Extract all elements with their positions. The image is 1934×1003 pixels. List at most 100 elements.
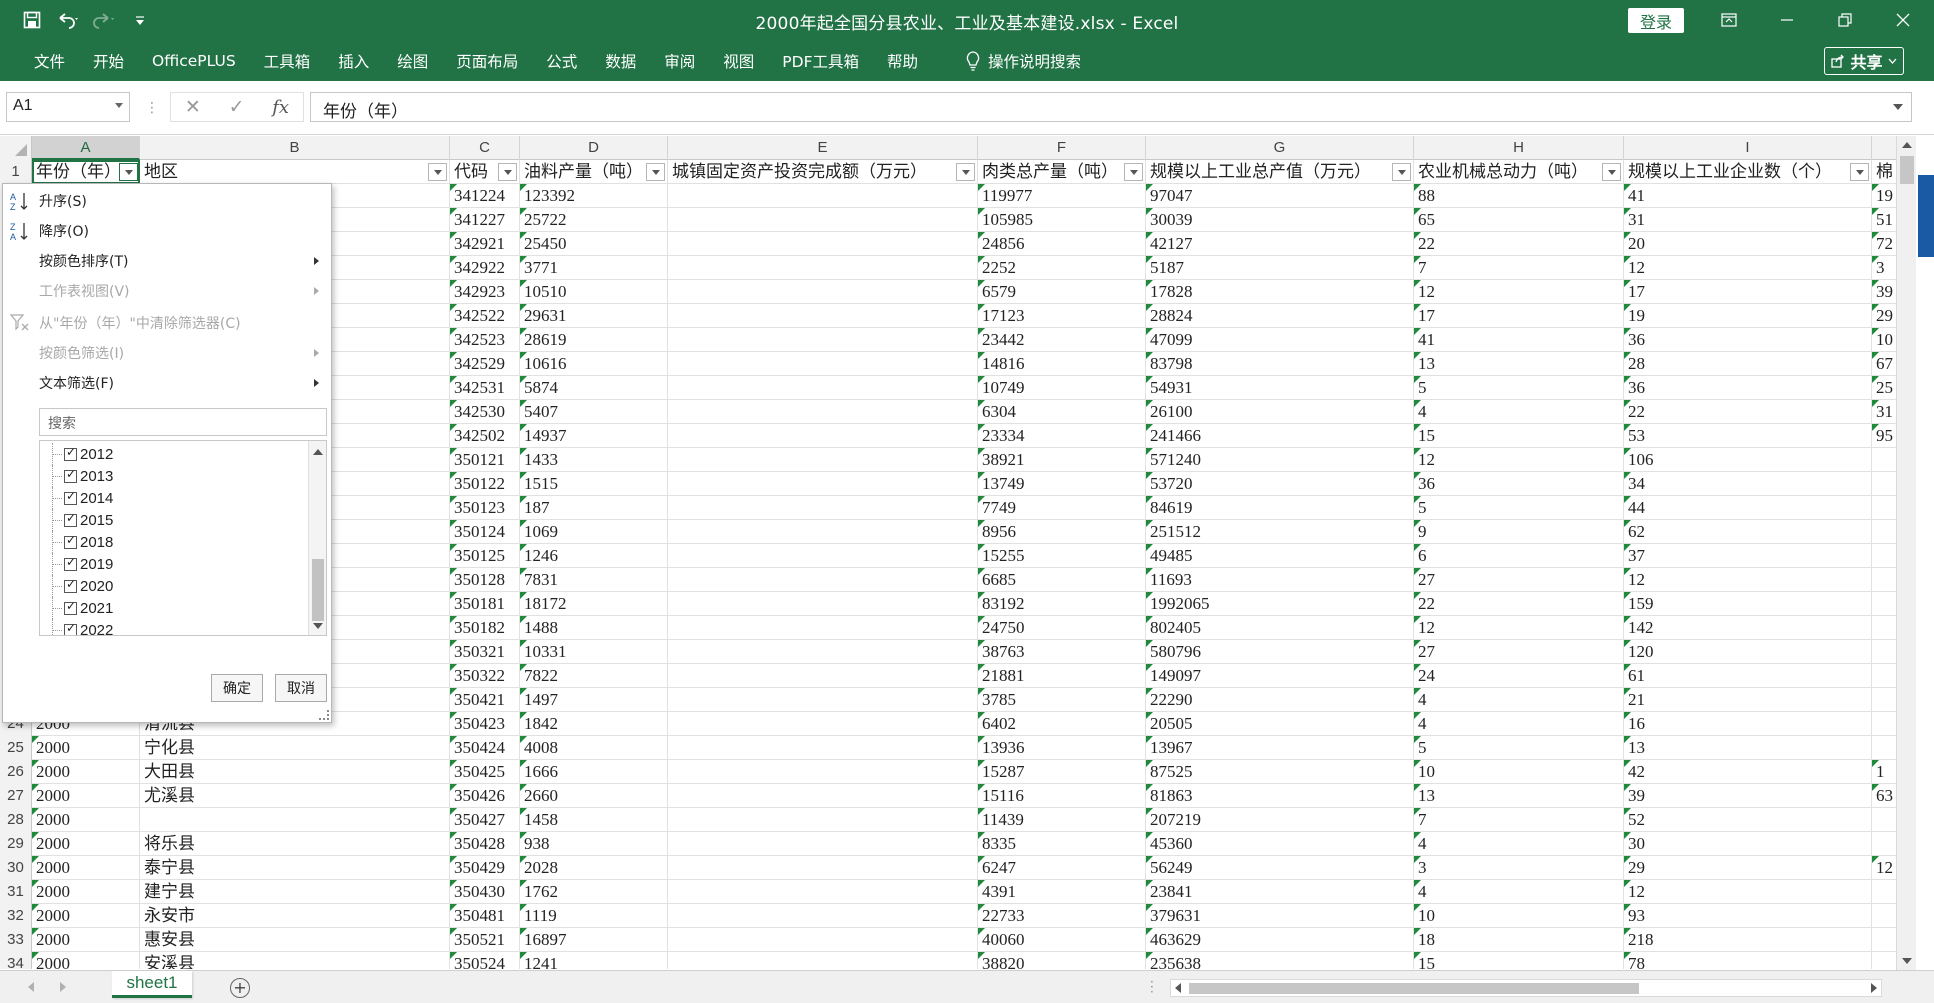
code-cell[interactable]: 350521 — [450, 928, 520, 952]
meat-output-cell[interactable]: 13749 — [978, 472, 1146, 496]
column-header-b[interactable]: B — [140, 136, 450, 160]
industrial-output-cell[interactable]: 87525 — [1146, 760, 1414, 784]
meat-output-cell[interactable]: 23442 — [978, 328, 1146, 352]
tab-officeplus[interactable]: OfficePLUS — [138, 50, 250, 72]
chevron-down-icon[interactable] — [115, 103, 123, 108]
machinery-power-cell[interactable]: 27 — [1414, 640, 1624, 664]
scroll-up-icon[interactable] — [313, 449, 323, 455]
header-cell-meat-output[interactable]: 肉类总产量（吨） — [978, 160, 1146, 184]
urban-investment-cell[interactable] — [668, 712, 978, 736]
cotton-cell[interactable]: 67 — [1872, 352, 1896, 376]
enterprise-count-cell[interactable]: 30 — [1624, 832, 1872, 856]
oil-output-cell[interactable]: 2660 — [520, 784, 668, 808]
row-header[interactable]: 31 — [0, 880, 32, 904]
enterprise-count-cell[interactable]: 52 — [1624, 808, 1872, 832]
scroll-right-icon[interactable] — [1871, 983, 1877, 993]
row-header[interactable]: 25 — [0, 736, 32, 760]
filter-value-checkbox[interactable]: 2012 — [40, 443, 113, 465]
cotton-cell[interactable]: 12 — [1872, 856, 1896, 880]
urban-investment-cell[interactable] — [668, 544, 978, 568]
urban-investment-cell[interactable] — [668, 688, 978, 712]
code-cell[interactable]: 350124 — [450, 520, 520, 544]
cotton-cell[interactable]: 95 — [1872, 424, 1896, 448]
filter-dropdown-year[interactable] — [119, 163, 138, 181]
machinery-power-cell[interactable]: 22 — [1414, 592, 1624, 616]
urban-investment-cell[interactable] — [668, 184, 978, 208]
enterprise-count-cell[interactable]: 21 — [1624, 688, 1872, 712]
tab-data[interactable]: 数据 — [591, 50, 650, 72]
column-header-h[interactable]: H — [1414, 136, 1624, 160]
machinery-power-cell[interactable]: 4 — [1414, 832, 1624, 856]
industrial-output-cell[interactable]: 802405 — [1146, 616, 1414, 640]
sort-descending-item[interactable]: 降序(O) — [39, 220, 89, 242]
row-header[interactable]: 32 — [0, 904, 32, 928]
meat-output-cell[interactable]: 8335 — [978, 832, 1146, 856]
filter-list-scrollbar[interactable] — [308, 441, 326, 635]
machinery-power-cell[interactable]: 88 — [1414, 184, 1624, 208]
machinery-power-cell[interactable]: 9 — [1414, 520, 1624, 544]
scrollbar-thumb[interactable] — [1900, 156, 1914, 184]
row-header[interactable]: 29 — [0, 832, 32, 856]
oil-output-cell[interactable]: 4008 — [520, 736, 668, 760]
tab-review[interactable]: 审阅 — [650, 50, 709, 72]
meat-output-cell[interactable]: 13936 — [978, 736, 1146, 760]
oil-output-cell[interactable]: 18172 — [520, 592, 668, 616]
region-cell[interactable]: 永安市 — [140, 904, 450, 928]
machinery-power-cell[interactable]: 65 — [1414, 208, 1624, 232]
machinery-power-cell[interactable]: 12 — [1414, 448, 1624, 472]
industrial-output-cell[interactable]: 207219 — [1146, 808, 1414, 832]
filter-value-checkbox[interactable]: 2021 — [40, 597, 113, 619]
column-header-c[interactable]: C — [450, 136, 520, 160]
industrial-output-cell[interactable]: 28824 — [1146, 304, 1414, 328]
meat-output-cell[interactable]: 15255 — [978, 544, 1146, 568]
expand-formula-bar-icon[interactable] — [1893, 104, 1903, 110]
industrial-output-cell[interactable]: 45360 — [1146, 832, 1414, 856]
oil-output-cell[interactable]: 1497 — [520, 688, 668, 712]
cotton-cell[interactable] — [1872, 880, 1896, 904]
industrial-output-cell[interactable]: 251512 — [1146, 520, 1414, 544]
year-cell[interactable]: 2000 — [32, 760, 140, 784]
industrial-output-cell[interactable]: 26100 — [1146, 400, 1414, 424]
cotton-cell[interactable]: 10 — [1872, 328, 1896, 352]
code-cell[interactable]: 350182 — [450, 616, 520, 640]
enterprise-count-cell[interactable]: 37 — [1624, 544, 1872, 568]
row-header[interactable]: 34 — [0, 952, 32, 969]
meat-output-cell[interactable]: 6247 — [978, 856, 1146, 880]
code-cell[interactable]: 350423 — [450, 712, 520, 736]
industrial-output-cell[interactable]: 235638 — [1146, 952, 1414, 969]
oil-output-cell[interactable]: 7831 — [520, 568, 668, 592]
urban-investment-cell[interactable] — [668, 928, 978, 952]
industrial-output-cell[interactable]: 5187 — [1146, 256, 1414, 280]
industrial-output-cell[interactable]: 47099 — [1146, 328, 1414, 352]
filter-value-checkbox[interactable]: 2020 — [40, 575, 113, 597]
cancel-entry-icon[interactable]: ✕ — [185, 96, 201, 118]
ok-button[interactable]: 确定 — [211, 674, 263, 702]
enterprise-count-cell[interactable]: 78 — [1624, 952, 1872, 969]
machinery-power-cell[interactable]: 4 — [1414, 400, 1624, 424]
enterprise-count-cell[interactable]: 12 — [1624, 568, 1872, 592]
oil-output-cell[interactable]: 1241 — [520, 952, 668, 969]
oil-output-cell[interactable]: 25722 — [520, 208, 668, 232]
urban-investment-cell[interactable] — [668, 424, 978, 448]
code-cell[interactable]: 341227 — [450, 208, 520, 232]
resize-grip-icon[interactable] — [319, 710, 329, 720]
cotton-cell[interactable] — [1872, 832, 1896, 856]
cotton-cell[interactable] — [1872, 544, 1896, 568]
enterprise-count-cell[interactable]: 22 — [1624, 400, 1872, 424]
industrial-output-cell[interactable]: 149097 — [1146, 664, 1414, 688]
enterprise-count-cell[interactable]: 17 — [1624, 280, 1872, 304]
oil-output-cell[interactable]: 1433 — [520, 448, 668, 472]
code-cell[interactable]: 350321 — [450, 640, 520, 664]
urban-investment-cell[interactable] — [668, 904, 978, 928]
tab-insert[interactable]: 插入 — [324, 50, 383, 72]
checkbox-checked-icon[interactable] — [64, 445, 77, 461]
cotton-cell[interactable]: 39 — [1872, 280, 1896, 304]
oil-output-cell[interactable]: 10616 — [520, 352, 668, 376]
row-header[interactable]: 27 — [0, 784, 32, 808]
code-cell[interactable]: 350121 — [450, 448, 520, 472]
enterprise-count-cell[interactable]: 16 — [1624, 712, 1872, 736]
filter-dropdown-machinery-power[interactable] — [1602, 163, 1621, 181]
oil-output-cell[interactable]: 29631 — [520, 304, 668, 328]
code-cell[interactable]: 342530 — [450, 400, 520, 424]
minimize-icon[interactable] — [1758, 0, 1816, 40]
